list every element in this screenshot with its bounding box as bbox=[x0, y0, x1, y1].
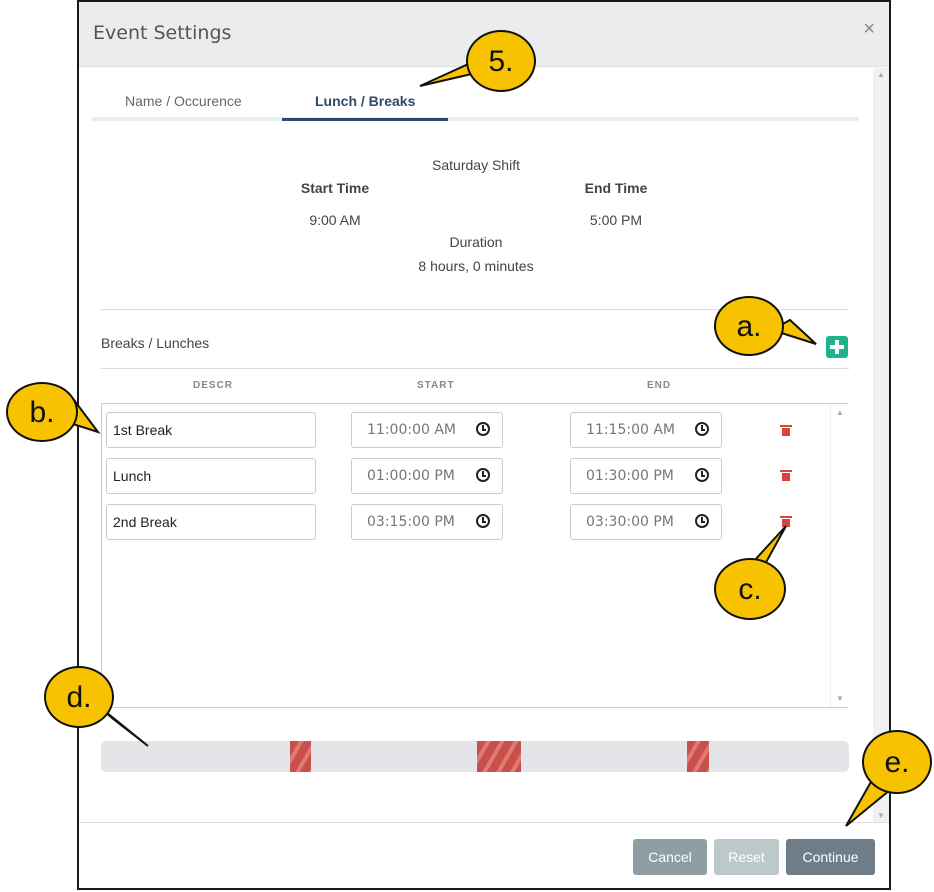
callout-pointers bbox=[58, 54, 892, 827]
callout-continue: e. bbox=[862, 730, 932, 794]
callout-timeline: d. bbox=[44, 666, 114, 728]
callout-descr: b. bbox=[6, 382, 78, 442]
callout-add: a. bbox=[714, 296, 784, 356]
callout-delete: c. bbox=[714, 558, 786, 620]
callout-tab: 5. bbox=[466, 30, 536, 92]
